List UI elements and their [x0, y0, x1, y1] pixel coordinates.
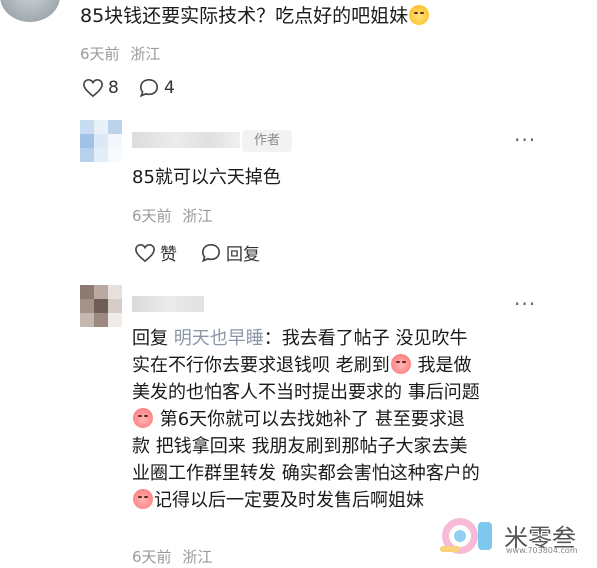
watermark-url: www.703804.com: [506, 546, 578, 555]
reply-count: 4: [164, 78, 175, 98]
like-button[interactable]: 8: [82, 78, 119, 98]
reply-meta: 6天前 浙江: [132, 205, 212, 226]
commenter-avatar[interactable]: [0, 0, 60, 22]
reply-avatar[interactable]: [80, 285, 122, 327]
comment-bubble-icon: [139, 78, 159, 98]
site-watermark: 米零叁 www.703804.com: [432, 508, 597, 564]
comment-meta: 6天前 浙江: [80, 43, 160, 64]
smile-emoji-icon: [409, 5, 430, 25]
reply-text-line: 第6天你就可以去找她补了 甚至要求退: [132, 406, 465, 433]
comment-text: 85块钱还要实际技术？吃点好的吧姐妹: [80, 2, 430, 30]
heart-icon: [135, 243, 155, 262]
reply-text-line: 回复 明天也早睡：我去看了帖子 没见吹牛: [132, 328, 468, 349]
reply-location: 浙江: [182, 207, 213, 225]
reply-location: 浙江: [182, 548, 213, 566]
comment-location: 浙江: [130, 45, 161, 63]
reply-text-line: 记得以后一定要及时发售后啊姐妹: [132, 487, 424, 514]
reply-prefix: 回复: [132, 328, 168, 349]
reply-text-line: 款 把钱拿回来 我朋友刷到那帖子大家去美: [132, 436, 468, 457]
crying-emoji-icon: [133, 408, 153, 428]
like-count: 8: [108, 78, 119, 98]
like-label: 赞: [160, 245, 177, 265]
reply-text-line: 业圈工作群里转发 确实都会害怕这种客户的: [132, 463, 480, 484]
reply-label: 回复: [226, 245, 260, 265]
reply-time: 6天前: [132, 548, 172, 566]
heart-icon: [83, 78, 103, 98]
reply-text: 85就可以六天掉色: [132, 167, 281, 188]
reply-text-line: 实在不行你去要求退钱呗 老刷到 我是做: [132, 354, 472, 376]
reply-reply-button[interactable]: 回复: [200, 240, 260, 265]
reply-username-blurred[interactable]: [132, 296, 204, 312]
crying-emoji-icon: [133, 489, 153, 509]
reply-count-button[interactable]: 4: [138, 78, 175, 98]
reply-avatar[interactable]: [80, 120, 122, 162]
reply-text-line: 美发的也怕客人不当时提出要求的 事后问题: [132, 382, 480, 403]
more-options-icon[interactable]: ···: [514, 292, 536, 316]
mention-link[interactable]: 明天也早睡: [174, 328, 264, 349]
comment-bubble-icon: [201, 243, 221, 262]
reply-username-blurred[interactable]: [132, 132, 240, 148]
reply-time: 6天前: [132, 207, 172, 225]
reply-like-button[interactable]: 赞: [134, 240, 177, 265]
more-options-icon[interactable]: ···: [514, 128, 536, 152]
author-badge: 作者: [242, 130, 292, 152]
comment-time: 6天前: [80, 45, 120, 63]
crying-emoji-icon: [390, 354, 411, 374]
